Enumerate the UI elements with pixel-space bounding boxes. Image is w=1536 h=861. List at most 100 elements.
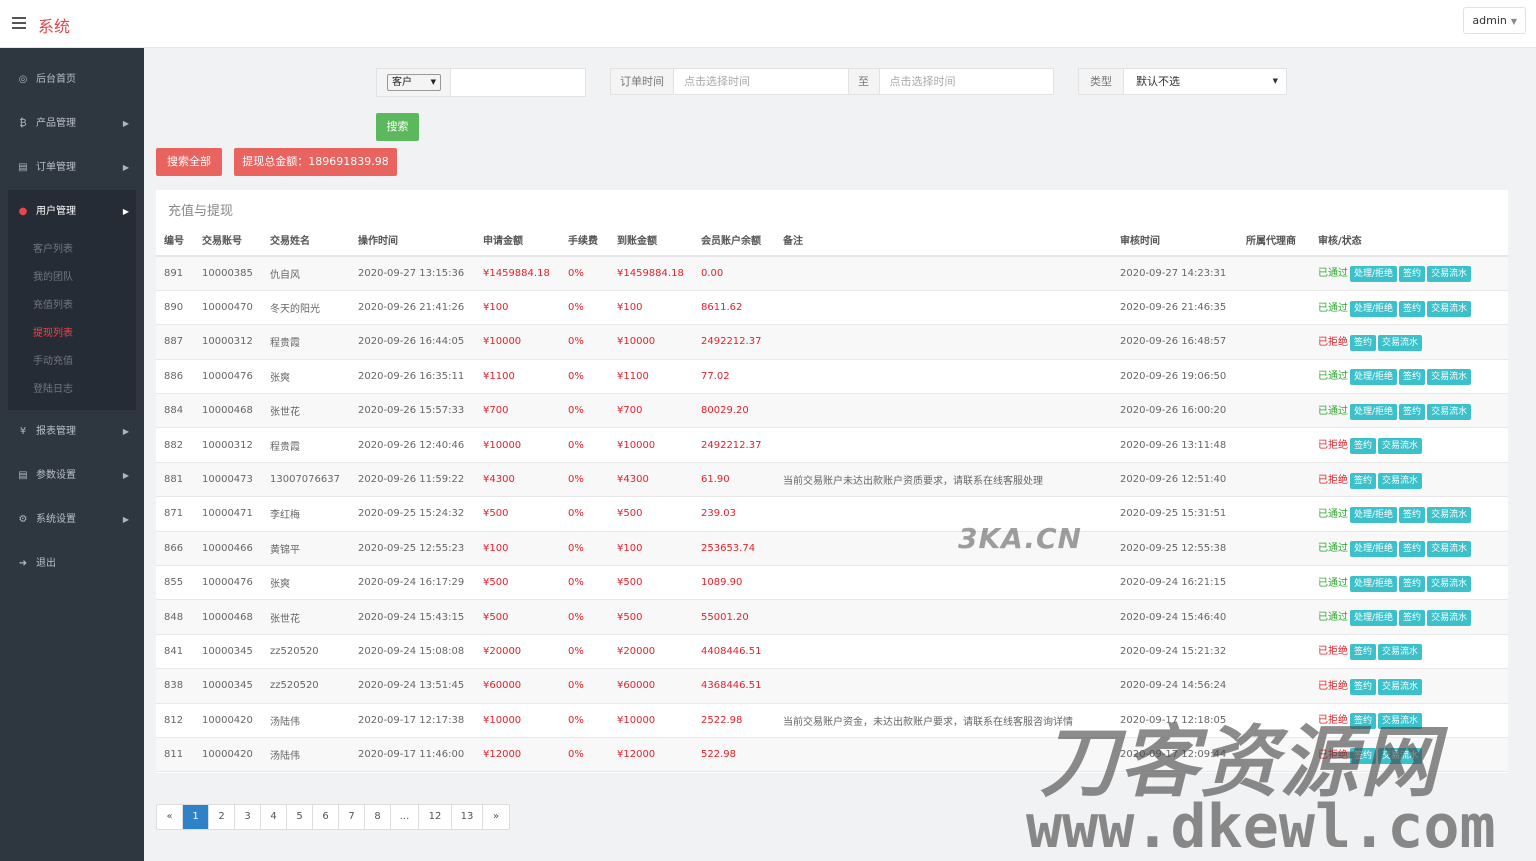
dashboard-icon: ◎	[18, 74, 28, 85]
table-cell: 2020-09-26 16:48:57	[1112, 324, 1238, 360]
sign-button[interactable]: 签约	[1399, 541, 1426, 558]
transaction-flow-button[interactable]: 交易流水	[1378, 472, 1423, 489]
table-cell: ¥500	[475, 599, 560, 635]
process-reject-button[interactable]: 处理/拒绝	[1350, 575, 1398, 592]
status-cell: 已通过 处理/拒绝 签约 交易流水	[1310, 393, 1508, 429]
column-header: 会员账户余额	[693, 223, 775, 257]
sidebar-item-order[interactable]: ▤ 订单管理 ▶	[0, 146, 144, 190]
type-select-value: 默认不选	[1136, 75, 1180, 88]
sign-button[interactable]: 签约	[1399, 403, 1426, 420]
submenu-item[interactable]: 我的团队	[8, 264, 136, 292]
table-cell: 881	[156, 462, 194, 498]
sign-button[interactable]: 签约	[1399, 610, 1426, 627]
sidebar-item-product[interactable]: ₿ 产品管理 ▶	[0, 102, 144, 146]
process-reject-button[interactable]: 处理/拒绝	[1350, 610, 1398, 627]
table-cell: 2020-09-25 12:55:38	[1112, 531, 1238, 567]
process-reject-button[interactable]: 处理/拒绝	[1350, 266, 1398, 283]
page-link[interactable]: ...	[391, 805, 419, 829]
page-link[interactable]: 1	[183, 805, 209, 829]
transaction-flow-button[interactable]: 交易流水	[1427, 300, 1472, 317]
page-link[interactable]: «	[157, 805, 183, 829]
table-cell: ¥500	[609, 496, 693, 532]
transaction-flow-button[interactable]: 交易流水	[1378, 644, 1423, 661]
sidebar-item-home[interactable]: ◎ 后台首页	[0, 58, 144, 102]
table-cell: 811	[156, 737, 194, 773]
page-link[interactable]: 7	[339, 805, 365, 829]
search-button[interactable]: 搜索	[376, 113, 419, 141]
table-cell: 2020-09-26 15:57:33	[350, 393, 475, 429]
app-title: 系统	[38, 17, 71, 36]
table-cell: 2020-09-26 16:44:05	[350, 324, 475, 360]
sidebar-item-params[interactable]: ▤ 参数设置 ▶	[0, 454, 144, 498]
process-reject-button[interactable]: 处理/拒绝	[1350, 300, 1398, 317]
end-time-input[interactable]: 点击选择时间	[880, 69, 1054, 94]
table-cell	[775, 565, 1112, 601]
table-cell: ¥60000	[475, 668, 560, 704]
table-cell: ¥20000	[475, 634, 560, 670]
table-cell: 冬天的阳光	[262, 290, 350, 326]
process-reject-button[interactable]: 处理/拒绝	[1350, 506, 1398, 523]
user-submenu: 客户列表 我的团队 充值列表 提现列表 手动充值 登陆日志	[8, 234, 136, 410]
transaction-flow-button[interactable]: 交易流水	[1427, 506, 1472, 523]
transaction-flow-button[interactable]: 交易流水	[1427, 575, 1472, 592]
table-cell: 884	[156, 393, 194, 429]
type-select[interactable]: 默认不选 ▼	[1124, 69, 1286, 94]
transaction-flow-button[interactable]: 交易流水	[1378, 678, 1423, 695]
table-cell	[1238, 427, 1310, 463]
start-time-input[interactable]: 点击选择时间	[674, 69, 848, 94]
page-link[interactable]: 12	[419, 805, 452, 829]
sign-button[interactable]: 签约	[1350, 438, 1377, 455]
table-cell: 0.00	[693, 256, 775, 291]
sign-button[interactable]: 签约	[1399, 506, 1426, 523]
process-reject-button[interactable]: 处理/拒绝	[1350, 541, 1398, 558]
user-dropdown[interactable]: admin ▼	[1463, 7, 1526, 34]
transaction-flow-button[interactable]: 交易流水	[1427, 403, 1472, 420]
submenu-item[interactable]: 提现列表	[8, 320, 136, 348]
submenu-item[interactable]: 登陆日志	[8, 376, 136, 404]
sidebar-item-report[interactable]: ¥ 报表管理 ▶	[0, 410, 144, 454]
process-reject-button[interactable]: 处理/拒绝	[1350, 403, 1398, 420]
sign-button[interactable]: 签约	[1350, 644, 1377, 661]
table-cell: 2020-09-25 15:31:51	[1112, 496, 1238, 532]
submenu-item[interactable]: 手动充值	[8, 348, 136, 376]
sign-button[interactable]: 签约	[1399, 575, 1426, 592]
menu-toggle-icon[interactable]	[12, 17, 26, 29]
sign-button[interactable]: 签约	[1350, 472, 1377, 489]
table-cell: 0%	[560, 634, 609, 670]
page-link[interactable]: 8	[365, 805, 391, 829]
transaction-flow-button[interactable]: 交易流水	[1378, 334, 1423, 351]
transaction-flow-button[interactable]: 交易流水	[1427, 266, 1472, 283]
sign-button[interactable]: 签约	[1350, 678, 1377, 695]
page-link[interactable]: 5	[287, 805, 313, 829]
transaction-flow-button[interactable]: 交易流水	[1427, 369, 1472, 386]
transaction-flow-button[interactable]: 交易流水	[1427, 541, 1472, 558]
user-name: admin	[1472, 14, 1507, 27]
transaction-flow-button[interactable]: 交易流水	[1427, 610, 1472, 627]
transaction-flow-button[interactable]: 交易流水	[1378, 438, 1423, 455]
table-cell: 2020-09-24 13:51:45	[350, 668, 475, 704]
page-link[interactable]: 6	[313, 805, 339, 829]
customer-select[interactable]: 客户 ▼	[387, 74, 441, 91]
submenu-item[interactable]: 充值列表	[8, 292, 136, 320]
sidebar-item-logout[interactable]: ➜ 退出	[0, 542, 144, 586]
page-link[interactable]: »	[483, 805, 509, 829]
sign-button[interactable]: 签约	[1399, 266, 1426, 283]
process-reject-button[interactable]: 处理/拒绝	[1350, 369, 1398, 386]
search-all-button[interactable]: 搜索全部	[156, 148, 222, 176]
page-link[interactable]: 4	[261, 805, 287, 829]
sidebar-item-label: 后台首页	[36, 74, 76, 85]
user-icon: ●	[18, 206, 28, 217]
sidebar-item-system[interactable]: ⚙ 系统设置 ▶	[0, 498, 144, 542]
customer-input[interactable]	[451, 69, 585, 96]
column-header: 手续费	[560, 223, 609, 257]
sidebar-item-user[interactable]: ● 用户管理 ▶	[8, 190, 136, 234]
sign-button[interactable]: 签约	[1399, 300, 1426, 317]
submenu-item[interactable]: 客户列表	[8, 236, 136, 264]
page-link[interactable]: 13	[452, 805, 483, 829]
table-cell: 10000312	[194, 427, 262, 463]
page-link[interactable]: 3	[235, 805, 261, 829]
table-cell: 10000345	[194, 668, 262, 704]
sign-button[interactable]: 签约	[1399, 369, 1426, 386]
page-link[interactable]: 2	[209, 805, 235, 829]
sign-button[interactable]: 签约	[1350, 334, 1377, 351]
